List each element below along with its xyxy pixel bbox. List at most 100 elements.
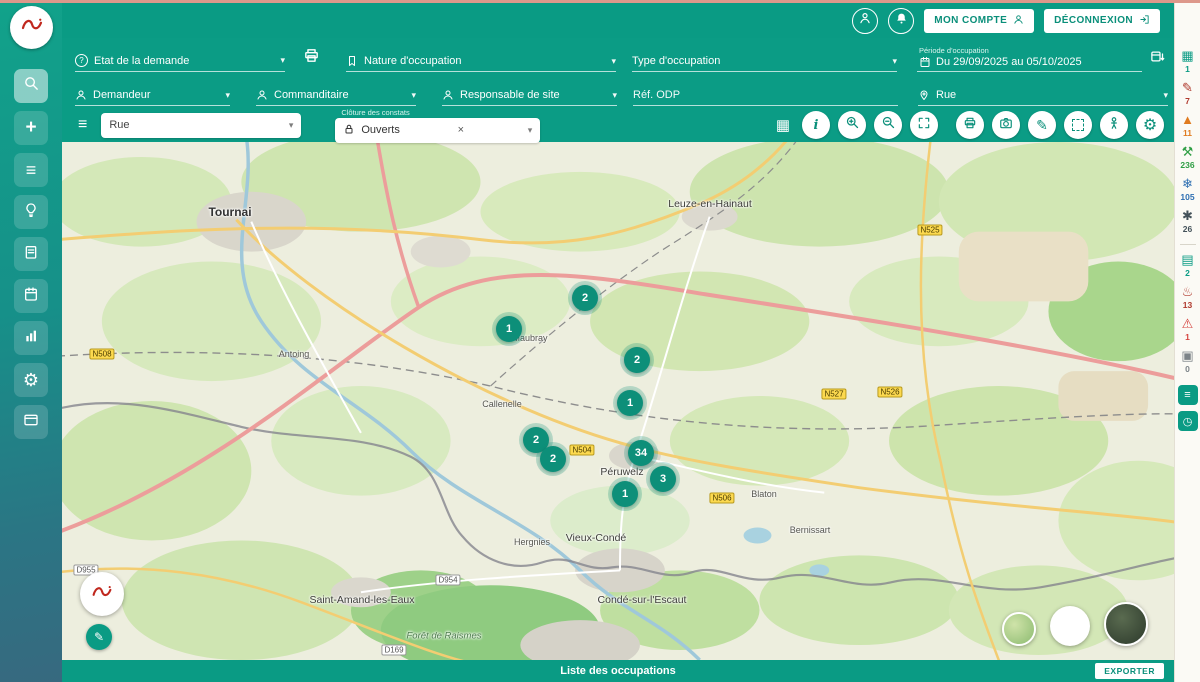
- app-logo[interactable]: [10, 6, 53, 49]
- cloture-value: Ouverts: [361, 124, 400, 136]
- bookmark-icon: [346, 55, 358, 67]
- bell-icon: [895, 12, 908, 30]
- events-filter-button[interactable]: ▦1: [1181, 49, 1193, 74]
- basemap-blank-button[interactable]: [1050, 606, 1090, 646]
- search-icon: [23, 75, 40, 97]
- type-occupation-select[interactable]: Type d'occupation ▾: [632, 55, 897, 72]
- person-icon: [1013, 14, 1024, 28]
- cluster-marker[interactable]: 1: [612, 481, 638, 507]
- count-badge: 1: [1185, 64, 1190, 74]
- sidebar-item-cards[interactable]: [14, 405, 48, 439]
- logout-icon: [1139, 14, 1150, 28]
- grid-tool-icon[interactable]: ▦: [776, 116, 790, 134]
- etat-demande-label: Etat de la demande: [94, 55, 189, 67]
- clock-icon: ◷: [1183, 415, 1193, 428]
- sidebar-item-stats[interactable]: [14, 321, 48, 355]
- hydrants-filter-button[interactable]: ♨13: [1182, 285, 1194, 310]
- right-panel: ▦1 ✎7 ▲11 ⚒236 ❄105 ✱26 ▤2 ♨13 ⚠1 ▣0 ≡ ◷: [1174, 3, 1200, 682]
- right-panel-items: ▦1 ✎7 ▲11 ⚒236 ❄105 ✱26 ▤2 ♨13 ⚠1 ▣0: [1180, 49, 1196, 381]
- map-markers-layer: 2121223431: [62, 142, 1174, 660]
- bottom-bar[interactable]: Liste des occupations EXPORTER: [62, 660, 1174, 682]
- sidebar-item-settings[interactable]: ⚙: [14, 363, 48, 397]
- count-badge: 1: [1185, 332, 1190, 342]
- works-filter-button[interactable]: ✎7: [1182, 81, 1193, 106]
- chevron-down-icon: ▾: [405, 90, 416, 101]
- zoom-out-button[interactable]: [874, 111, 902, 139]
- chart-icon: [23, 328, 39, 349]
- boards-filter-button[interactable]: ▣0: [1181, 349, 1193, 374]
- count-badge: 105: [1180, 192, 1194, 202]
- map-settings-button[interactable]: ⚙: [1136, 111, 1164, 139]
- account-label: MON COMPTE: [934, 15, 1007, 26]
- list-view-button[interactable]: ≡: [1178, 385, 1198, 405]
- basemap-terrain-button[interactable]: [1002, 612, 1036, 646]
- street-view-button[interactable]: [1100, 111, 1128, 139]
- quick-draw-button[interactable]: ✎: [86, 624, 112, 650]
- cones-filter-button[interactable]: ▲11: [1181, 113, 1194, 138]
- map-logo-button[interactable]: [80, 572, 124, 616]
- interventions-filter-button[interactable]: ⚒236: [1180, 145, 1194, 170]
- chevron-down-icon: ▾: [283, 120, 294, 131]
- demandeur-select[interactable]: Demandeur ▾: [75, 89, 230, 106]
- cluster-marker[interactable]: 2: [572, 285, 598, 311]
- count-badge: 2: [1185, 268, 1190, 278]
- filter-row-1: ? Etat de la demande ▾ Nature d'occupati…: [62, 38, 1174, 72]
- cluster-marker[interactable]: 2: [624, 347, 650, 373]
- export-button[interactable]: EXPORTER: [1095, 663, 1164, 679]
- sidebar-item-documents[interactable]: [14, 237, 48, 271]
- screenshot-button[interactable]: [992, 111, 1020, 139]
- ref-odp-field[interactable]: [633, 89, 898, 106]
- sidebar-item-list[interactable]: ≡: [14, 153, 48, 187]
- ref-odp-input[interactable]: [633, 89, 898, 101]
- responsable-site-select[interactable]: Responsable de site ▾: [442, 89, 617, 106]
- cluster-marker[interactable]: 2: [540, 446, 566, 472]
- person-icon: [442, 89, 454, 101]
- select-area-button[interactable]: [1064, 111, 1092, 139]
- street-select[interactable]: Rue ▾: [101, 113, 301, 138]
- sidebar-item-calendar[interactable]: [14, 279, 48, 313]
- sidebar-item-ideas[interactable]: [14, 195, 48, 229]
- barriers-filter-button[interactable]: ▤2: [1181, 253, 1193, 278]
- cluster-marker[interactable]: 3: [650, 466, 676, 492]
- nature-occupation-select[interactable]: Nature d'occupation ▾: [346, 55, 616, 72]
- map-canvas[interactable]: TournaiLeuze-en-HainautAntoingMaubrayCal…: [62, 142, 1174, 660]
- account-button[interactable]: MON COMPTE: [924, 9, 1034, 33]
- clear-filter-icon[interactable]: ×: [454, 124, 468, 136]
- chevron-down-icon: ▾: [522, 125, 533, 136]
- frost-filter-button[interactable]: ✱26: [1182, 209, 1193, 234]
- menu-icon[interactable]: ≡: [72, 116, 93, 134]
- calendar-icon: [23, 286, 39, 307]
- periode-occupation-field[interactable]: Période d'occupation Du 29/09/2025 au 05…: [917, 46, 1142, 72]
- cluster-marker[interactable]: 34: [628, 440, 654, 466]
- commanditaire-select[interactable]: Commanditaire ▾: [256, 89, 416, 106]
- full-extent-button[interactable]: [910, 111, 938, 139]
- print-map-button[interactable]: [956, 111, 984, 139]
- zoom-in-button[interactable]: [838, 111, 866, 139]
- count-badge: 0: [1185, 364, 1190, 374]
- hydrants-icon: ♨: [1182, 285, 1194, 299]
- etat-demande-select[interactable]: ? Etat de la demande ▾: [75, 54, 285, 72]
- logout-button[interactable]: DÉCONNEXION: [1044, 9, 1160, 33]
- print-filter-button[interactable]: [303, 47, 320, 72]
- sidebar-item-add[interactable]: +: [14, 111, 48, 145]
- winter-filter-button[interactable]: ❄105: [1180, 177, 1194, 202]
- interventions-icon: ⚒: [1182, 145, 1194, 159]
- info-button[interactable]: i: [802, 111, 830, 139]
- pencil-icon: ✎: [1036, 117, 1048, 134]
- notifications-button[interactable]: [888, 8, 914, 34]
- logo-icon: [88, 578, 116, 611]
- list-icon: ≡: [26, 160, 37, 181]
- sidebar-item-search[interactable]: [14, 69, 48, 103]
- periode-sort-button[interactable]: [1150, 49, 1165, 72]
- chevron-down-icon: ▾: [274, 55, 285, 66]
- count-badge: 236: [1180, 160, 1194, 170]
- rue-select[interactable]: Rue ▾: [918, 89, 1168, 106]
- draw-tool-button[interactable]: ✎: [1028, 111, 1056, 139]
- cluster-marker[interactable]: 1: [617, 390, 643, 416]
- basemap-satellite-button[interactable]: [1104, 602, 1148, 646]
- cluster-marker[interactable]: 1: [496, 316, 522, 342]
- profile-button[interactable]: [852, 8, 878, 34]
- cloture-select[interactable]: Ouverts × ▾: [335, 118, 540, 143]
- alerts-filter-button[interactable]: ⚠1: [1182, 317, 1194, 342]
- history-button[interactable]: ◷: [1178, 411, 1198, 431]
